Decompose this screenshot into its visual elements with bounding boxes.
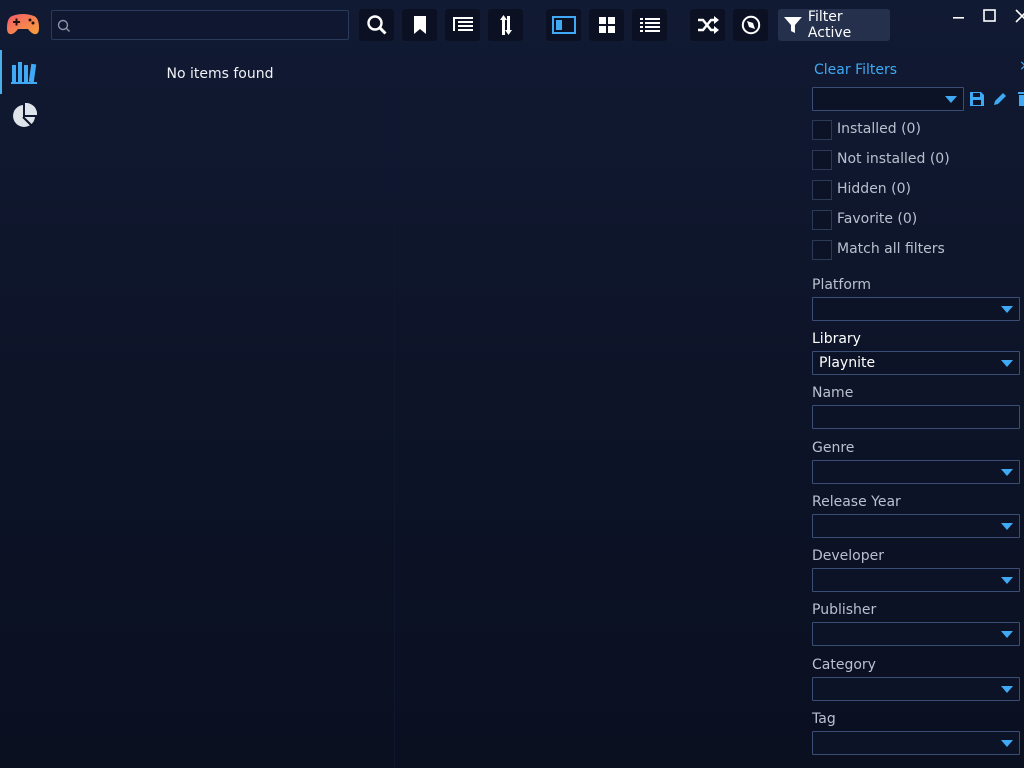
- name-label: Name: [812, 385, 854, 401]
- filter-toggle-button[interactable]: Filter Active: [778, 9, 890, 41]
- sidebar-item-library[interactable]: [0, 50, 46, 94]
- library-label: Library: [812, 331, 861, 347]
- filter-toggle-label: Filter Active: [807, 9, 852, 41]
- chevron-down-icon: [1001, 686, 1013, 693]
- chevron-down-icon: [1001, 469, 1013, 476]
- pie-chart-icon: [13, 103, 37, 127]
- sort-order-icon: [499, 15, 512, 35]
- minimize-button[interactable]: [950, 8, 968, 24]
- filter-preset-dropdown[interactable]: [812, 87, 964, 111]
- details-view-button[interactable]: [546, 9, 581, 41]
- app-logo-gamepad-icon[interactable]: [6, 10, 40, 38]
- release-year-label: Release Year: [812, 494, 901, 510]
- close-window-button[interactable]: [1014, 8, 1024, 24]
- chevron-down-icon: [1001, 577, 1013, 584]
- library-dropdown[interactable]: Playnite: [812, 351, 1020, 375]
- list-view-icon: [639, 18, 660, 32]
- checkbox-label: Favorite (0): [837, 211, 918, 227]
- category-label: Category: [812, 657, 876, 673]
- details-view-icon: [551, 16, 576, 34]
- platform-dropdown[interactable]: [812, 297, 1020, 321]
- tag-label: Tag: [812, 711, 836, 727]
- compass-icon: [741, 15, 760, 35]
- sidebar-item-statistics[interactable]: [2, 94, 46, 138]
- shuffle-icon: [697, 16, 719, 34]
- minimize-icon: [953, 17, 964, 19]
- developer-dropdown[interactable]: [812, 568, 1020, 592]
- sort-button[interactable]: [488, 9, 523, 41]
- funnel-icon: [784, 17, 802, 33]
- checkbox-box[interactable]: [812, 180, 832, 200]
- chevron-down-icon: [1001, 523, 1013, 530]
- checkbox-box[interactable]: [812, 150, 832, 170]
- checkbox-box[interactable]: [812, 210, 832, 230]
- close-filter-panel-icon[interactable]: ×: [1019, 58, 1024, 74]
- developer-label: Developer: [812, 548, 885, 564]
- magnifier-icon: [366, 15, 387, 35]
- name-filter-input[interactable]: [812, 405, 1020, 429]
- checkbox-box[interactable]: [812, 240, 832, 260]
- library-value: Playnite: [819, 355, 876, 371]
- empty-list-message: No items found: [166, 66, 274, 82]
- chevron-down-icon: [1001, 740, 1013, 747]
- chevron-down-icon: [945, 96, 957, 103]
- group-by-button[interactable]: [445, 9, 480, 41]
- random-game-button[interactable]: [690, 9, 725, 41]
- category-dropdown[interactable]: [812, 677, 1020, 701]
- publisher-dropdown[interactable]: [812, 622, 1020, 646]
- chevron-down-icon: [1001, 631, 1013, 638]
- checkbox-label: Not installed (0): [837, 151, 950, 167]
- checkbox-label: Hidden (0): [837, 181, 911, 197]
- search-icon: [57, 19, 70, 32]
- publisher-label: Publisher: [812, 602, 877, 618]
- checkbox-box[interactable]: [812, 120, 832, 140]
- rename-preset-icon[interactable]: [993, 92, 1007, 106]
- search-input[interactable]: [51, 10, 349, 40]
- chevron-down-icon: [1001, 360, 1013, 367]
- top-toolbar: Filter Active: [0, 0, 1024, 50]
- genre-label: Genre: [812, 440, 855, 456]
- grid-view-button[interactable]: [589, 9, 624, 41]
- platform-label: Platform: [812, 277, 872, 293]
- release-year-dropdown[interactable]: [812, 514, 1020, 538]
- sidebar: [0, 50, 46, 768]
- game-list-panel: No items found: [46, 50, 395, 768]
- close-icon: [1015, 9, 1024, 23]
- checkbox-label: Match all filters: [837, 241, 945, 257]
- maximize-button[interactable]: [982, 8, 1000, 24]
- list-view-button[interactable]: [632, 9, 667, 41]
- library-icon: [11, 62, 37, 84]
- grid-view-icon: [598, 17, 615, 33]
- clear-filters-link[interactable]: Clear Filters: [814, 62, 897, 78]
- bookmark-icon: [413, 16, 426, 34]
- chevron-down-icon: [1001, 306, 1013, 313]
- maximize-icon: [983, 9, 996, 22]
- delete-preset-icon[interactable]: [1018, 92, 1024, 106]
- checkbox-label: Installed (0): [837, 121, 921, 137]
- genre-dropdown[interactable]: [812, 460, 1020, 484]
- save-preset-icon[interactable]: [970, 92, 984, 106]
- tree-list-icon: [452, 17, 473, 31]
- explore-button[interactable]: [733, 9, 768, 41]
- filter-panel: Clear Filters × Installed (0) Not instal…: [812, 50, 1024, 768]
- search-button[interactable]: [359, 9, 394, 41]
- bookmark-button[interactable]: [402, 9, 437, 41]
- tag-dropdown[interactable]: [812, 731, 1020, 755]
